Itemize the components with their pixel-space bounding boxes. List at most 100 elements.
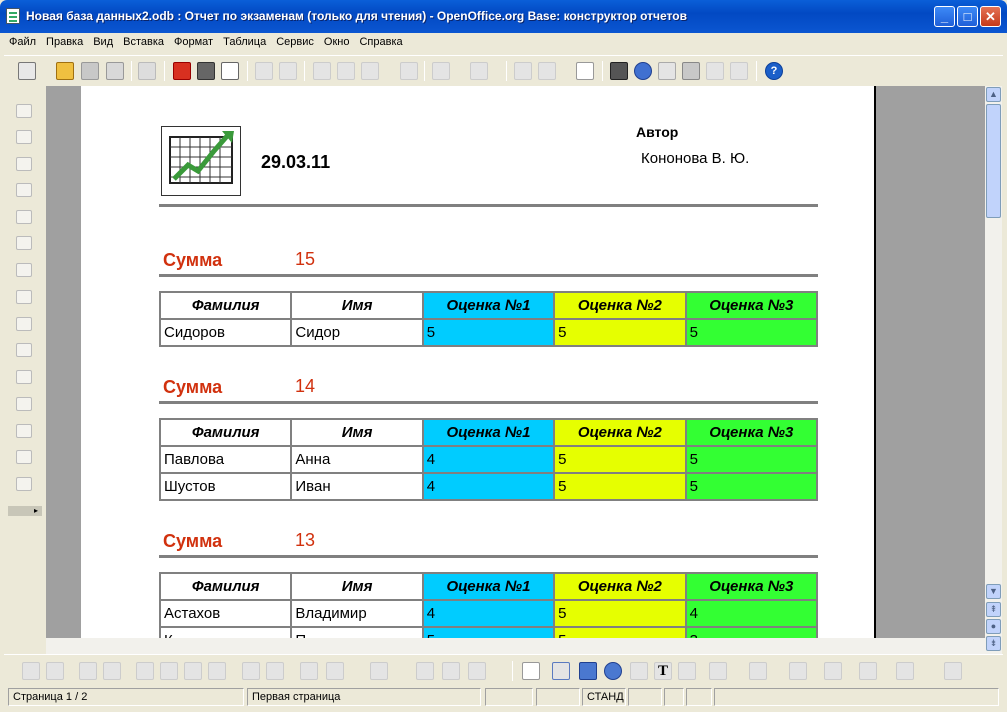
close-button[interactable]: ✕ xyxy=(980,6,1001,27)
table-icon[interactable] xyxy=(538,62,556,80)
insert-mode-field xyxy=(536,688,580,706)
spellcheck-icon[interactable] xyxy=(255,62,273,80)
redo-icon[interactable] xyxy=(470,62,488,80)
callout-icon[interactable] xyxy=(678,662,696,680)
basic-shapes-icon[interactable] xyxy=(709,662,727,680)
label-field-icon[interactable] xyxy=(16,397,32,411)
open-folder-icon[interactable] xyxy=(56,62,74,80)
gallery-icon[interactable] xyxy=(658,62,676,80)
menu-table[interactable]: Таблица xyxy=(218,33,271,48)
callouts-icon[interactable] xyxy=(859,662,877,680)
table-row: К П 5 5 3 xyxy=(158,626,819,638)
edit-file-icon[interactable] xyxy=(138,62,156,80)
line-icon[interactable] xyxy=(552,662,570,680)
previous-page-icon[interactable]: ⇞ xyxy=(986,602,1001,617)
formatted-field-icon[interactable] xyxy=(16,263,32,277)
scroll-thumb[interactable] xyxy=(986,104,1001,218)
open-design-icon[interactable] xyxy=(242,662,260,680)
grid-icon[interactable] xyxy=(416,662,434,680)
flowchart-icon[interactable] xyxy=(824,662,842,680)
select-icon[interactable] xyxy=(16,104,32,118)
stars-icon[interactable] xyxy=(896,662,914,680)
navigation-icon[interactable]: ● xyxy=(986,619,1001,634)
expand-toolbar-icon[interactable]: ▸ xyxy=(8,506,42,516)
next-page-icon[interactable]: ⇟ xyxy=(986,636,1001,651)
freeform-icon[interactable] xyxy=(630,662,648,680)
select-arrow-icon[interactable] xyxy=(22,662,40,680)
rectangle-icon[interactable] xyxy=(579,662,597,680)
xml-icon[interactable] xyxy=(136,662,154,680)
data-field-icon[interactable] xyxy=(160,662,178,680)
menu-tools[interactable]: Сервис xyxy=(271,33,319,48)
option-button-icon[interactable] xyxy=(16,317,32,331)
focus-icon[interactable] xyxy=(266,662,284,680)
ellipse-icon[interactable] xyxy=(604,662,622,680)
menu-help[interactable]: Справка xyxy=(354,33,407,48)
undo-icon[interactable] xyxy=(432,62,450,80)
text-box-icon[interactable] xyxy=(16,236,32,250)
data-sources-icon[interactable] xyxy=(682,62,700,80)
pilcrow-icon[interactable] xyxy=(706,62,724,80)
symbol-shapes-icon[interactable] xyxy=(749,662,767,680)
push-button-icon[interactable] xyxy=(16,290,32,304)
vertical-scrollbar[interactable]: ▲ ▼ ⇞ ● ⇟ xyxy=(985,86,1002,654)
copy-icon[interactable] xyxy=(337,62,355,80)
form-icon[interactable] xyxy=(16,183,32,197)
hyperlink-icon[interactable] xyxy=(514,62,532,80)
format-paintbrush-icon[interactable] xyxy=(400,62,418,80)
tab-order-icon[interactable] xyxy=(103,662,121,680)
combo-box-icon[interactable] xyxy=(16,370,32,384)
menu-file[interactable]: Файл xyxy=(4,33,41,48)
cell-grade-2: 5 xyxy=(553,599,687,628)
minimize-button[interactable]: _ xyxy=(934,6,955,27)
menu-format[interactable]: Формат xyxy=(169,33,218,48)
anchor-icon[interactable] xyxy=(326,662,344,680)
table-row: Шустов Иван 4 5 5 xyxy=(158,472,819,501)
horizontal-scrollbar[interactable] xyxy=(46,638,985,654)
snap-icon[interactable] xyxy=(468,662,486,680)
navigator-icon[interactable] xyxy=(634,62,652,80)
table-control-icon[interactable] xyxy=(184,662,202,680)
align-icon[interactable] xyxy=(370,662,388,680)
menu-view[interactable]: Вид xyxy=(88,33,118,48)
points-icon[interactable] xyxy=(944,662,962,680)
export-pdf-icon[interactable] xyxy=(173,62,191,80)
scroll-down-icon[interactable]: ▼ xyxy=(986,584,1001,599)
email-icon[interactable] xyxy=(106,62,124,80)
list-box-icon[interactable] xyxy=(16,343,32,357)
cell-grade-3: 5 xyxy=(684,445,819,474)
document-area: 29.03.11 Автор Кононова В. Ю. Сумма 15 Ф… xyxy=(46,86,986,638)
print-preview-icon[interactable] xyxy=(221,62,239,80)
text-icon[interactable]: T xyxy=(654,662,672,680)
header-grade-2: Оценка №2 xyxy=(553,291,687,320)
form-nav-icon[interactable] xyxy=(79,662,97,680)
cut-icon[interactable] xyxy=(313,62,331,80)
cell-grade-2: 5 xyxy=(553,626,687,638)
control-icon[interactable] xyxy=(16,157,32,171)
menu-window[interactable]: Окно xyxy=(319,33,355,48)
design-mode-icon[interactable] xyxy=(46,662,64,680)
block-arrows-icon[interactable] xyxy=(789,662,807,680)
wizards-icon[interactable] xyxy=(16,477,32,491)
zoom-icon[interactable] xyxy=(730,62,748,80)
checkbox-icon[interactable] xyxy=(16,210,32,224)
find-replace-icon[interactable] xyxy=(610,62,628,80)
new-document-icon[interactable] xyxy=(18,62,36,80)
guides-icon[interactable] xyxy=(442,662,460,680)
scroll-up-icon[interactable]: ▲ xyxy=(986,87,1001,102)
pointer-icon[interactable] xyxy=(522,662,540,680)
print-icon[interactable] xyxy=(197,62,215,80)
maximize-button[interactable]: □ xyxy=(957,6,978,27)
form-design-icon[interactable] xyxy=(16,450,32,464)
paste-icon[interactable] xyxy=(361,62,379,80)
autospellcheck-icon[interactable] xyxy=(279,62,297,80)
wrap-icon[interactable] xyxy=(300,662,318,680)
save-icon[interactable] xyxy=(81,62,99,80)
design-mode-icon[interactable] xyxy=(16,130,32,144)
menu-edit[interactable]: Правка xyxy=(41,33,88,48)
show-draw-functions-icon[interactable] xyxy=(576,62,594,80)
properties-icon[interactable] xyxy=(208,662,226,680)
more-controls-icon[interactable] xyxy=(16,424,32,438)
help-icon[interactable]: ? xyxy=(765,62,783,80)
menu-insert[interactable]: Вставка xyxy=(118,33,169,48)
